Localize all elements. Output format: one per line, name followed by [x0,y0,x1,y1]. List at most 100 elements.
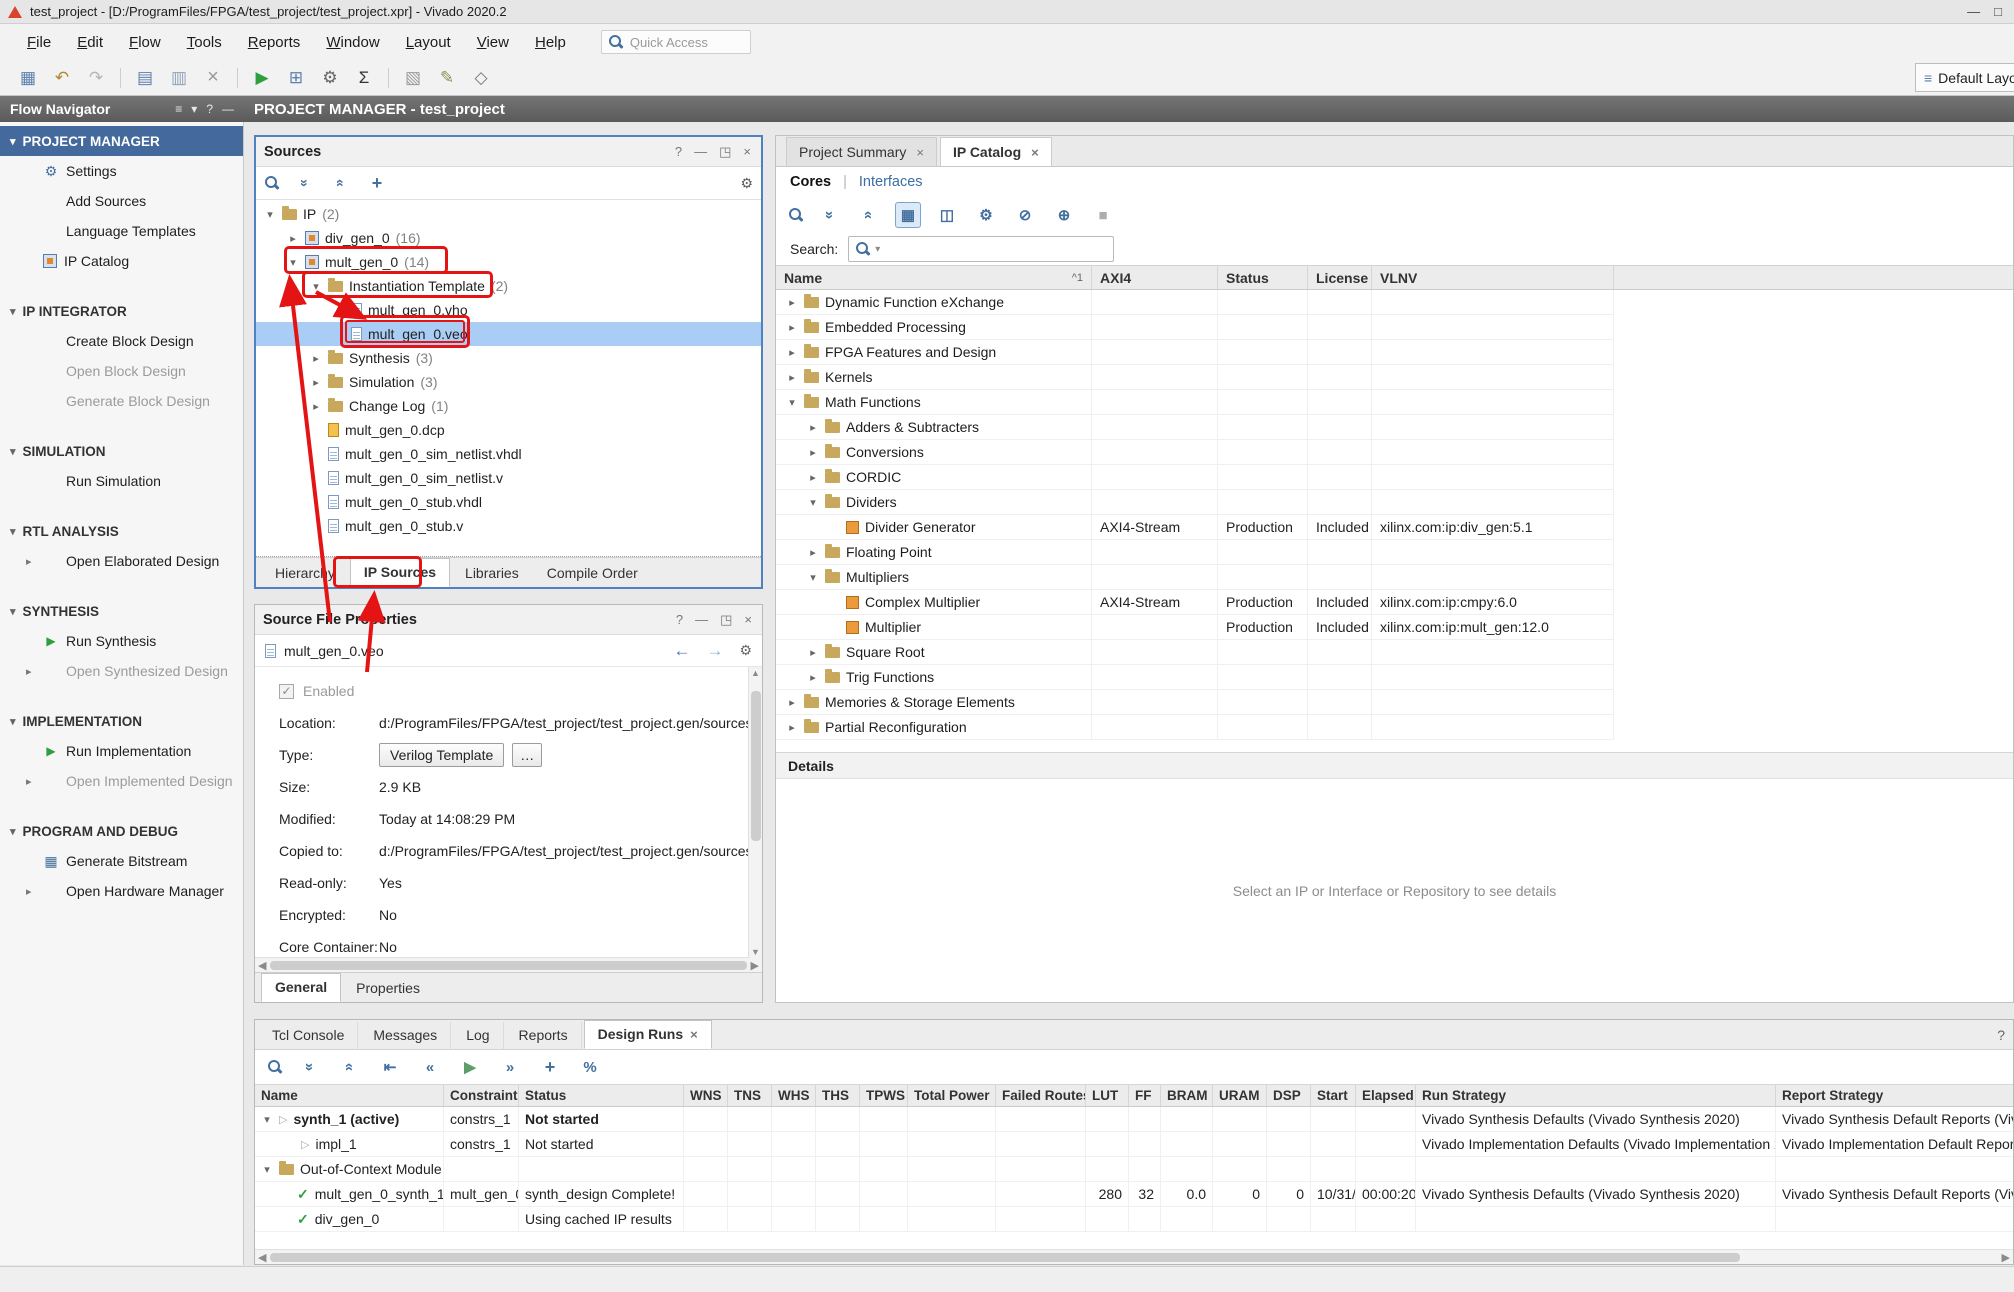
chevron-down-icon[interactable]: ▾ [264,208,276,221]
sidebar-item-run-implementation[interactable]: ▶Run Implementation [0,736,243,766]
close-icon[interactable]: × [690,1027,698,1042]
run-row-out-of-context-module-runs[interactable]: ▾Out-of-Context Module Runs [255,1157,2013,1182]
save-icon[interactable]: ▦ [12,64,44,92]
float-icon[interactable]: ◳ [719,144,731,160]
chevron-down-icon[interactable]: ▾ [807,496,819,509]
column-header-ff[interactable]: FF [1129,1085,1161,1106]
sidebar-item-settings[interactable]: ⚙Settings [0,156,243,186]
column-header-ths[interactable]: THS [816,1085,860,1106]
menu-view[interactable]: View [464,30,522,55]
sidebar-item-open-synthesized-design[interactable]: ▸Open Synthesized Design [0,656,243,686]
bottom-tab-reports[interactable]: Reports [506,1022,582,1049]
repository-view-icon[interactable]: ◫ [934,202,960,228]
sidebar-item-language-templates[interactable]: Language Templates [0,216,243,246]
chevron-down-icon[interactable]: ▾ [261,1163,273,1176]
column-header-bram[interactable]: BRAM [1161,1085,1213,1106]
help-icon[interactable]: ? [1997,1027,2005,1043]
source-tree-item-div-gen-0[interactable]: ▸div_gen_0(16) [256,226,761,250]
source-tree-item-mult-gen-0-stub-vhdl[interactable]: mult_gen_0_stub.vhdl [256,490,761,514]
bottom-tab-design-runs[interactable]: Design Runs× [584,1020,712,1049]
source-tree-item-mult-gen-0-veo[interactable]: mult_gen_0.veo [256,322,761,346]
column-header-license[interactable]: License [1308,266,1372,289]
chevron-right-icon[interactable]: ▸ [807,646,819,659]
chevron-right-icon[interactable]: ▸ [310,352,322,365]
close-icon[interactable]: × [744,612,752,628]
edit-icon[interactable]: ✎ [431,64,463,92]
help-icon[interactable]: ? [675,144,682,160]
add-sources-icon[interactable]: + [366,172,388,194]
search-icon[interactable] [788,207,804,223]
sidebar-item-create-block-design[interactable]: Create Block Design [0,326,243,356]
sidebar-section-project-manager[interactable]: ▾PROJECT MANAGER [0,126,243,156]
chevron-right-icon[interactable]: ▸ [287,232,299,245]
catalog-row-floating-point[interactable]: ▸Floating Point [776,540,2013,565]
delete-icon[interactable]: × [197,64,229,92]
expand-all-icon[interactable]: « [856,202,882,228]
default-layout-button[interactable]: ≡ Default Layou [1915,63,2014,92]
catalog-row-embedded-processing[interactable]: ▸Embedded Processing [776,315,2013,340]
horizontal-scrollbar[interactable]: ◀▶ [255,957,762,972]
chevron-down-icon[interactable]: ▾ [261,1113,273,1126]
minimize-icon[interactable]: — [694,144,707,160]
sidebar-item-open-block-design[interactable]: Open Block Design [0,356,243,386]
column-header-status[interactable]: Status [519,1085,684,1106]
chevron-right-icon[interactable]: ▸ [786,696,798,709]
column-header-axi4[interactable]: AXI4 [1092,266,1218,289]
hide-icon[interactable]: — [222,102,234,116]
column-header-whs[interactable]: WHS [772,1085,816,1106]
chevron-down-icon[interactable]: ▾ [287,256,299,269]
tab-project-summary[interactable]: Project Summary× [786,137,937,166]
column-header-vlnv[interactable]: VLNV [1372,266,1614,289]
sidebar-section-implementation[interactable]: ▾IMPLEMENTATION [0,706,243,736]
source-tree-item-mult-gen-0-sim-netlist-vhdl[interactable]: mult_gen_0_sim_netlist.vhdl [256,442,761,466]
column-header-failed-routes[interactable]: Failed Routes [996,1085,1086,1106]
chevron-right-icon[interactable]: ▸ [310,376,322,389]
group-view-icon[interactable]: ▦ [895,202,921,228]
source-tree-item-synthesis[interactable]: ▸Synthesis(3) [256,346,761,370]
chevron-down-icon[interactable]: ▾ [310,280,322,293]
menu-flow[interactable]: Flow [116,30,174,55]
catalog-row-partial-reconfiguration[interactable]: ▸Partial Reconfiguration [776,715,2013,740]
chevron-right-icon[interactable]: ▸ [807,671,819,684]
source-tree-item-simulation[interactable]: ▸Simulation(3) [256,370,761,394]
probe-icon[interactable]: ◇ [465,64,497,92]
maximize-icon[interactable]: □ [1994,4,2002,19]
chevron-down-icon[interactable]: ▾ [807,571,819,584]
catalog-row-divider-generator[interactable]: Divider GeneratorAXI4-StreamProductionIn… [776,515,2013,540]
catalog-row-dynamic-function-exchange[interactable]: ▸Dynamic Function eXchange [776,290,2013,315]
column-header-run-strategy[interactable]: Run Strategy [1416,1085,1776,1106]
column-header-elapsed[interactable]: Elapsed [1356,1085,1416,1106]
previous-icon[interactable]: « [417,1054,443,1080]
close-icon[interactable]: × [916,145,924,160]
menu-edit[interactable]: Edit [64,30,116,55]
sidebar-section-rtl-analysis[interactable]: ▾RTL ANALYSIS [0,516,243,546]
sidebar-section-simulation[interactable]: ▾SIMULATION [0,436,243,466]
sources-tab-compile-order[interactable]: Compile Order [534,560,651,587]
menu-layout[interactable]: Layout [393,30,464,55]
tab-ip-catalog[interactable]: IP Catalog× [940,137,1052,166]
dock-icon[interactable]: ▾ [191,102,197,116]
source-tree-item-mult-gen-0-stub-v[interactable]: mult_gen_0_stub.v [256,514,761,538]
column-header-report-strategy[interactable]: Report Strategy [1776,1085,2013,1106]
sidebar-section-synthesis[interactable]: ▾SYNTHESIS [0,596,243,626]
sidebar-item-ip-catalog[interactable]: IP Catalog [0,246,243,276]
chevron-right-icon[interactable]: ▸ [786,321,798,334]
expand-all-icon[interactable]: « [330,172,352,194]
collapse-all-icon[interactable]: » [817,202,843,228]
catalog-row-multiplier[interactable]: MultiplierProductionIncludedxilinx.com:i… [776,615,2013,640]
sidebar-item-open-hardware-manager[interactable]: ▸Open Hardware Manager [0,876,243,906]
chevron-right-icon[interactable]: ▸ [786,296,798,309]
properties-tab-properties[interactable]: Properties [343,975,433,1002]
sources-tab-libraries[interactable]: Libraries [452,560,532,587]
collapse-all-icon[interactable]: » [297,1054,323,1080]
vertical-scrollbar[interactable]: ▲▼ [748,667,762,958]
create-runs-icon[interactable]: + [537,1054,563,1080]
source-tree-item-ip[interactable]: ▾IP(2) [256,202,761,226]
run-row-impl-1[interactable]: ▷impl_1constrs_1Not startedVivado Implem… [255,1132,2013,1157]
highlight-icon[interactable]: ▧ [397,64,429,92]
catalog-row-adders-subtracters[interactable]: ▸Adders & Subtracters [776,415,2013,440]
catalog-row-fpga-features-and-design[interactable]: ▸FPGA Features and Design [776,340,2013,365]
horizontal-scrollbar[interactable]: ◀▶ [255,1249,2013,1264]
sidebar-section-program-and-debug[interactable]: ▾PROGRAM AND DEBUG [0,816,243,846]
source-tree-item-instantiation-template[interactable]: ▾Instantiation Template(2) [256,274,761,298]
